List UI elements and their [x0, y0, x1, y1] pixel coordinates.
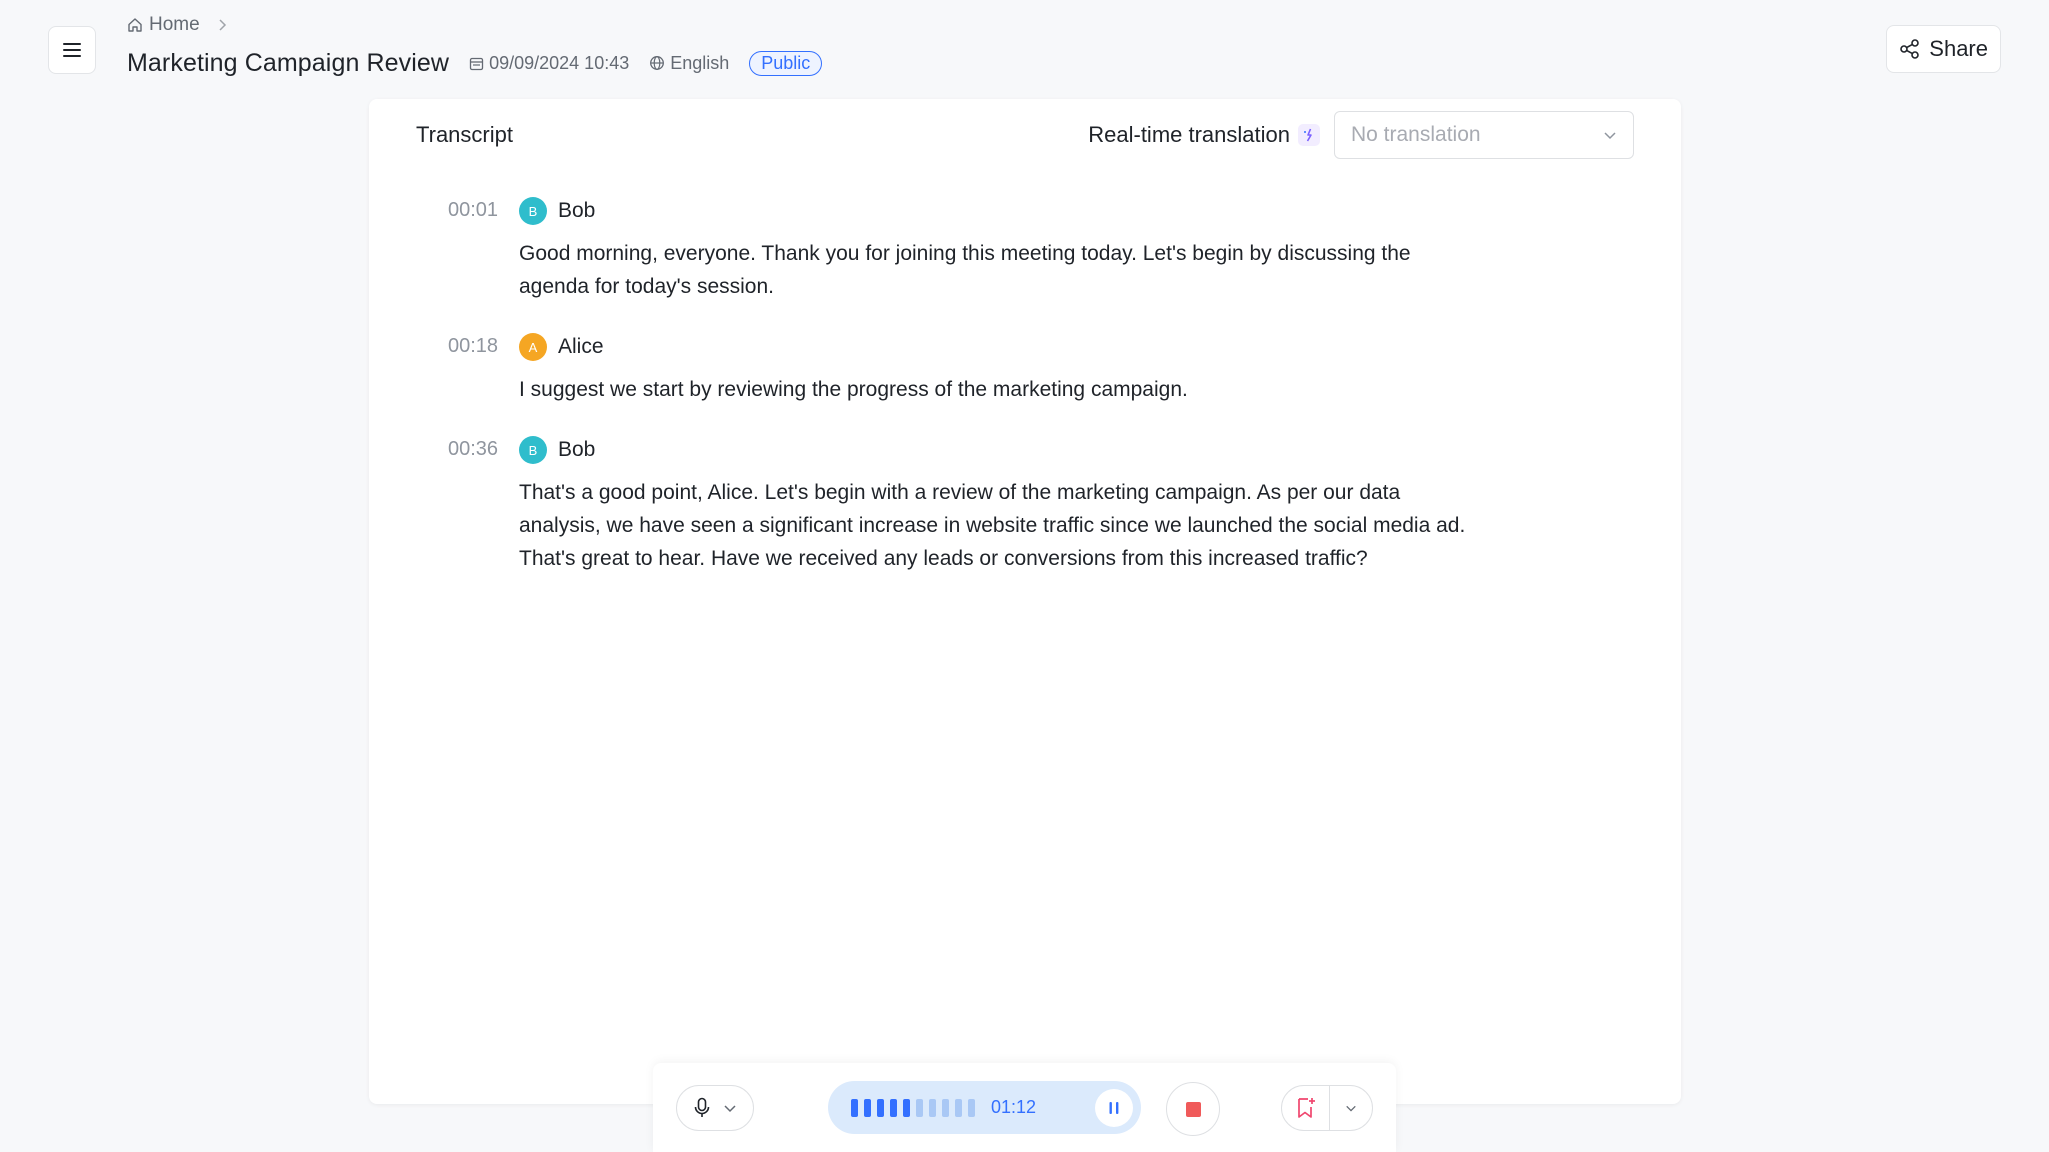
stop-recording-button[interactable] — [1166, 1082, 1220, 1136]
audio-level-bar — [903, 1098, 910, 1117]
speech-line: That's a good point, Alice. Let's begin … — [519, 481, 1401, 504]
bookmark-control — [1281, 1085, 1373, 1131]
translation-language-select[interactable]: No translation — [1334, 111, 1634, 159]
bookmark-add-icon — [1297, 1098, 1315, 1118]
hamburger-icon — [63, 43, 81, 57]
audio-level-bar — [916, 1098, 923, 1117]
audio-level-bar — [955, 1098, 962, 1117]
recording-status: 01:12 — [828, 1081, 1141, 1134]
audio-level-bar — [864, 1098, 871, 1117]
transcript-panel: Transcript Real-time translation No tran… — [369, 99, 1681, 1104]
entry-timestamp[interactable]: 00:36 — [448, 438, 498, 461]
language-text: English — [670, 52, 730, 73]
speech-line: I suggest we start by reviewing the prog… — [519, 378, 1188, 401]
speech-text: I suggest we start by reviewing the prog… — [519, 373, 1539, 406]
calendar-icon — [469, 57, 484, 70]
speech-text: That's a good point, Alice. Let's begin … — [519, 476, 1539, 575]
transcript-entry: 00:01 B Bob Good morning, everyone. Than… — [369, 193, 1681, 303]
transcript-entry: 00:36 B Bob That's a good point, Alice. … — [369, 432, 1681, 575]
recording-elapsed-time: 01:12 — [991, 1097, 1037, 1117]
microphone-icon — [694, 1097, 710, 1117]
transcript-header: Transcript Real-time translation No tran… — [416, 99, 1634, 171]
breadcrumb-home-link[interactable]: Home — [149, 14, 200, 36]
ai-sparkle-icon — [1298, 124, 1320, 146]
speaker-row: B Bob — [519, 432, 1681, 468]
speaker-name[interactable]: Bob — [558, 438, 595, 462]
breadcrumb: Home — [127, 14, 228, 36]
page-title[interactable]: Marketing Campaign Review — [127, 49, 449, 78]
audio-level-bar — [968, 1098, 975, 1117]
avatar: B — [519, 436, 547, 464]
audio-level-meter — [851, 1098, 975, 1117]
transcript-title: Transcript — [416, 122, 513, 147]
translation-label: Real-time translation — [1088, 122, 1290, 147]
audio-level-bar — [929, 1098, 936, 1117]
bookmark-options-button[interactable] — [1330, 1086, 1372, 1130]
entry-timestamp[interactable]: 00:01 — [448, 199, 498, 222]
globe-icon — [650, 56, 665, 70]
audio-level-bar — [890, 1098, 897, 1117]
audio-level-bar — [877, 1098, 884, 1117]
speaker-name[interactable]: Alice — [558, 335, 604, 359]
transcript-entry: 00:18 A Alice I suggest we start by revi… — [369, 329, 1681, 406]
add-bookmark-button[interactable] — [1282, 1086, 1330, 1130]
chevron-down-icon — [1346, 1105, 1356, 1112]
audio-level-bar — [851, 1098, 858, 1117]
entry-timestamp[interactable]: 00:18 — [448, 335, 498, 358]
stop-icon — [1185, 1101, 1201, 1117]
chevron-down-icon — [724, 1105, 736, 1113]
speaker-name[interactable]: Bob — [558, 199, 595, 223]
visibility-badge[interactable]: Public — [749, 50, 823, 76]
microphone-select-button[interactable] — [676, 1085, 754, 1131]
datetime-meta: 09/09/2024 10:43 — [469, 53, 629, 74]
speech-line: agenda for today's session. — [519, 275, 775, 298]
language-meta: English — [649, 53, 729, 74]
speaker-row: B Bob — [519, 193, 1681, 229]
pause-icon — [1109, 1101, 1119, 1114]
title-row: Marketing Campaign Review 09/09/2024 10:… — [127, 48, 823, 78]
speech-text: Good morning, everyone. Thank you for jo… — [519, 237, 1539, 303]
speech-line: That's great to hear. Have we received a… — [519, 547, 1368, 570]
speech-line: analysis, we have seen a significant inc… — [519, 514, 1466, 537]
datetime-text: 09/09/2024 10:43 — [489, 52, 630, 73]
share-button[interactable]: Share — [1886, 25, 2001, 73]
pause-button[interactable] — [1095, 1088, 1133, 1127]
avatar: B — [519, 197, 547, 225]
share-label: Share — [1929, 36, 1988, 61]
translation-select-value: No translation — [1351, 123, 1481, 146]
share-icon — [1900, 39, 1920, 59]
translation-controls: Real-time translation No translation — [1088, 111, 1634, 159]
recording-control-bar: 01:12 — [653, 1063, 1396, 1152]
chevron-down-icon — [1604, 132, 1616, 140]
audio-level-bar — [942, 1098, 949, 1117]
speaker-row: A Alice — [519, 329, 1681, 365]
transcript-entries: 00:01 B Bob Good morning, everyone. Than… — [369, 193, 1681, 601]
avatar: A — [519, 333, 547, 361]
chevron-right-icon — [216, 18, 228, 32]
speech-line: Good morning, everyone. Thank you for jo… — [519, 242, 1411, 265]
home-icon — [128, 18, 142, 32]
menu-button[interactable] — [48, 26, 96, 74]
